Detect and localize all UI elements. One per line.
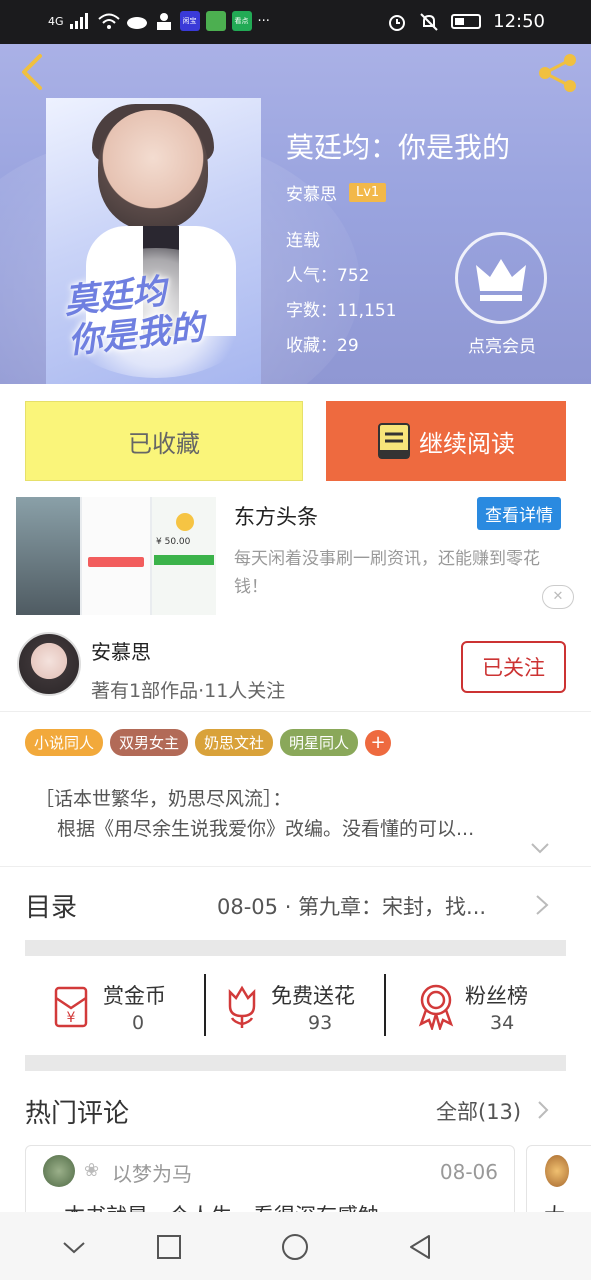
coin-icon	[176, 513, 194, 531]
stat-separator	[204, 974, 206, 1036]
author-name: 安慕思	[91, 640, 151, 664]
author-avatar[interactable]	[17, 632, 81, 696]
ad-close-icon[interactable]: ✕	[542, 585, 574, 609]
chevron-right-icon	[536, 895, 549, 915]
cloud-app-icon	[126, 17, 147, 29]
favorited-label: 已收藏	[128, 429, 200, 458]
popularity: 人气：752	[286, 266, 370, 286]
stat-label: 粉丝榜	[465, 984, 528, 1008]
serial-status: 连载	[286, 231, 320, 251]
person-app-icon	[156, 13, 171, 30]
status-icons-right: 12:50	[387, 11, 545, 32]
book-meta: 连载 人气：752 字数：11,151 收藏：29	[286, 224, 396, 364]
tag-item[interactable]: 双男女主	[110, 729, 189, 756]
book-description[interactable]: ［话本世繁华，奶思尽风流］： 根据《用尽余生说我爱你》改编。没看懂的可以...	[35, 784, 555, 844]
stat-value: 0	[132, 1012, 145, 1034]
tag-item[interactable]: 奶思文社	[195, 729, 274, 756]
book-icon	[378, 423, 410, 459]
commenter-avatar[interactable]	[545, 1155, 569, 1187]
section-divider	[25, 1055, 566, 1071]
ad-thumbnail[interactable]: ¥ 50.00	[16, 497, 216, 615]
expand-chevron-icon[interactable]	[530, 838, 550, 858]
stat-label: 赏金币	[103, 984, 166, 1008]
clock: 12:50	[493, 11, 545, 32]
add-tag-button[interactable]: +	[365, 729, 392, 756]
continue-reading-button[interactable]: 继续阅读	[326, 401, 566, 481]
back-icon[interactable]	[14, 52, 54, 92]
description-line-1: ［话本世繁华，奶思尽风流］：	[35, 788, 292, 810]
taobao-app-icon: 闲宝	[179, 11, 200, 31]
flower-icon	[228, 985, 256, 1028]
flower-badge-icon: ❀	[84, 1160, 100, 1181]
word-count: 字数：11,151	[286, 301, 397, 321]
more-notifications-icon: ···	[257, 13, 270, 29]
status-icons-left: 4G 闲宝 看点 ···	[48, 11, 270, 31]
tag-item[interactable]: 明星同人	[280, 729, 359, 756]
ad-banner[interactable]: ¥ 50.00 东方头条 查看详情 每天闲着没事刷一刷资讯，还能赚到零花钱！ ✕	[16, 497, 576, 617]
signal-icon: 4G	[48, 14, 64, 28]
favorite-count: 收藏：29	[286, 336, 359, 356]
stat-label: 免费送花	[271, 984, 355, 1008]
stat-separator	[384, 974, 386, 1036]
chevron-right-icon	[538, 1101, 549, 1119]
stat-value: 93	[308, 1012, 333, 1034]
mute-icon	[420, 12, 438, 31]
hot-comments-title: 热门评论	[25, 1099, 130, 1129]
level-badge: Lv1	[349, 183, 387, 202]
commenter-name: 以梦为马	[112, 1162, 192, 1186]
home-icon[interactable]	[280, 1232, 310, 1262]
ad-description: 每天闲着没事刷一刷资讯，还能赚到零花钱！	[234, 549, 540, 597]
wifi-icon	[97, 13, 120, 29]
red-envelope-icon: ¥	[54, 986, 88, 1028]
follow-button[interactable]: 已关注	[461, 641, 566, 693]
svg-text:¥: ¥	[67, 1010, 76, 1026]
medal-icon	[418, 984, 454, 1030]
latest-chapter: 08-05 · 第九章：宋封，找...	[217, 895, 487, 919]
send-flowers-button[interactable]: 免费送花 93	[222, 972, 372, 1042]
vip-button[interactable]: 点亮会员	[455, 232, 549, 357]
green-app-icon	[205, 11, 226, 31]
ad-detail-button[interactable]: 查看详情	[477, 497, 561, 530]
continue-reading-label: 继续阅读	[419, 429, 515, 458]
favorited-button[interactable]: 已收藏	[25, 401, 303, 481]
ad-title: 东方头条	[234, 505, 318, 529]
description-line-2: 根据《用尽余生说我爱你》改编。没看懂的可以...	[57, 818, 475, 840]
author-card[interactable]: 安慕思 著有1部作品·11人关注 已关注	[0, 630, 591, 712]
signal-bars-icon	[69, 13, 88, 29]
commenter-avatar[interactable]	[43, 1155, 75, 1187]
ad-thumb-money: ¥ 50.00	[156, 537, 191, 547]
book-cover[interactable]: 莫廷均 你是我的	[46, 98, 261, 384]
alarm-icon	[389, 14, 406, 31]
system-nav-bar	[0, 1212, 591, 1280]
tag-list: 小说同人 双男女主 奶思文社 明星同人 +	[25, 729, 392, 756]
book-title: 莫廷均：你是我的	[286, 131, 511, 164]
catalog-label: 目录	[25, 893, 78, 923]
book-author-line: 安慕思 Lv1	[286, 180, 387, 205]
back-nav-icon[interactable]	[405, 1232, 435, 1262]
battery-icon	[451, 14, 482, 29]
recent-apps-icon[interactable]	[154, 1232, 184, 1262]
share-icon[interactable]	[535, 50, 581, 96]
stats-row: ¥ 赏金币 0 免费送花 93 粉丝榜 34	[0, 962, 591, 1048]
crown-icon	[455, 232, 547, 324]
author-stats: 著有1部作品·11人关注	[91, 680, 286, 702]
all-comments-link[interactable]: 全部(13)	[436, 1096, 521, 1126]
comment-date: 08-06	[439, 1160, 498, 1184]
section-divider	[25, 940, 566, 956]
catalog-row[interactable]: 目录 08-05 · 第九章：宋封，找...	[0, 866, 591, 944]
kankan-app-icon: 看点	[231, 11, 252, 31]
stat-value: 34	[490, 1012, 515, 1034]
book-header: 莫廷均 你是我的 莫廷均：你是我的 安慕思 Lv1 连载 人气：752 字数：11…	[0, 44, 591, 384]
book-author[interactable]: 安慕思	[286, 180, 337, 205]
status-bar: 4G 闲宝 看点 ··· 12:50	[0, 0, 591, 44]
hide-nav-icon[interactable]	[59, 1232, 89, 1262]
fan-ranking-button[interactable]: 粉丝榜 34	[415, 972, 565, 1042]
reward-coins-button[interactable]: ¥ 赏金币 0	[50, 972, 200, 1042]
tag-item[interactable]: 小说同人	[25, 729, 104, 756]
vip-label: 点亮会员	[468, 337, 536, 357]
